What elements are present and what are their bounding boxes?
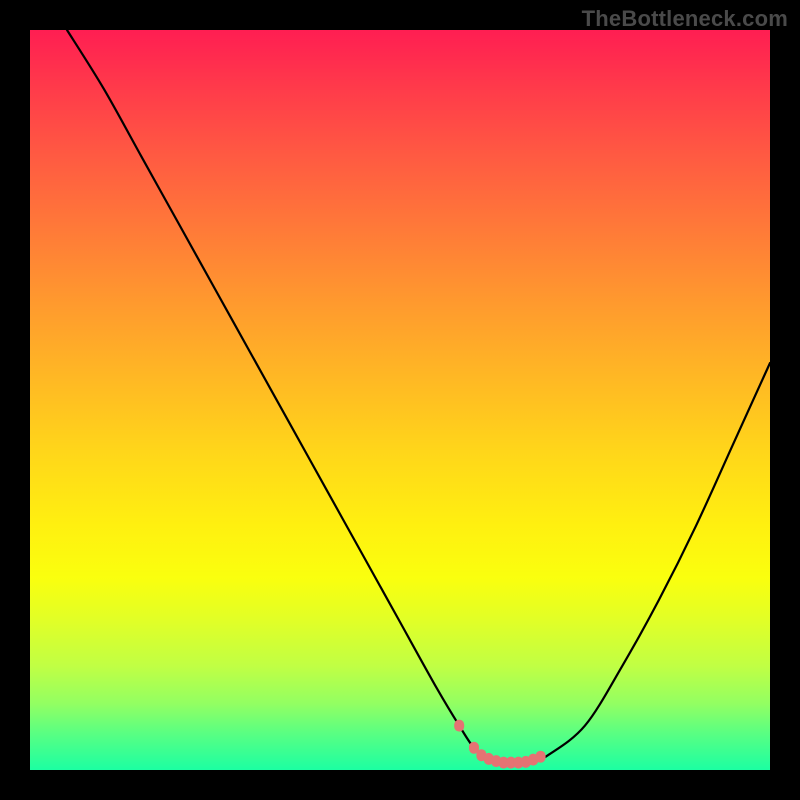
highlight-markers: [454, 720, 545, 769]
plot-area: [30, 30, 770, 770]
marker-dot: [454, 720, 464, 732]
watermark-label: TheBottleneck.com: [582, 6, 788, 32]
chart-frame: TheBottleneck.com: [0, 0, 800, 800]
curve-layer: [30, 30, 770, 770]
bottleneck-curve: [67, 30, 770, 763]
curve-path: [67, 30, 770, 763]
marker-dot: [536, 751, 546, 763]
